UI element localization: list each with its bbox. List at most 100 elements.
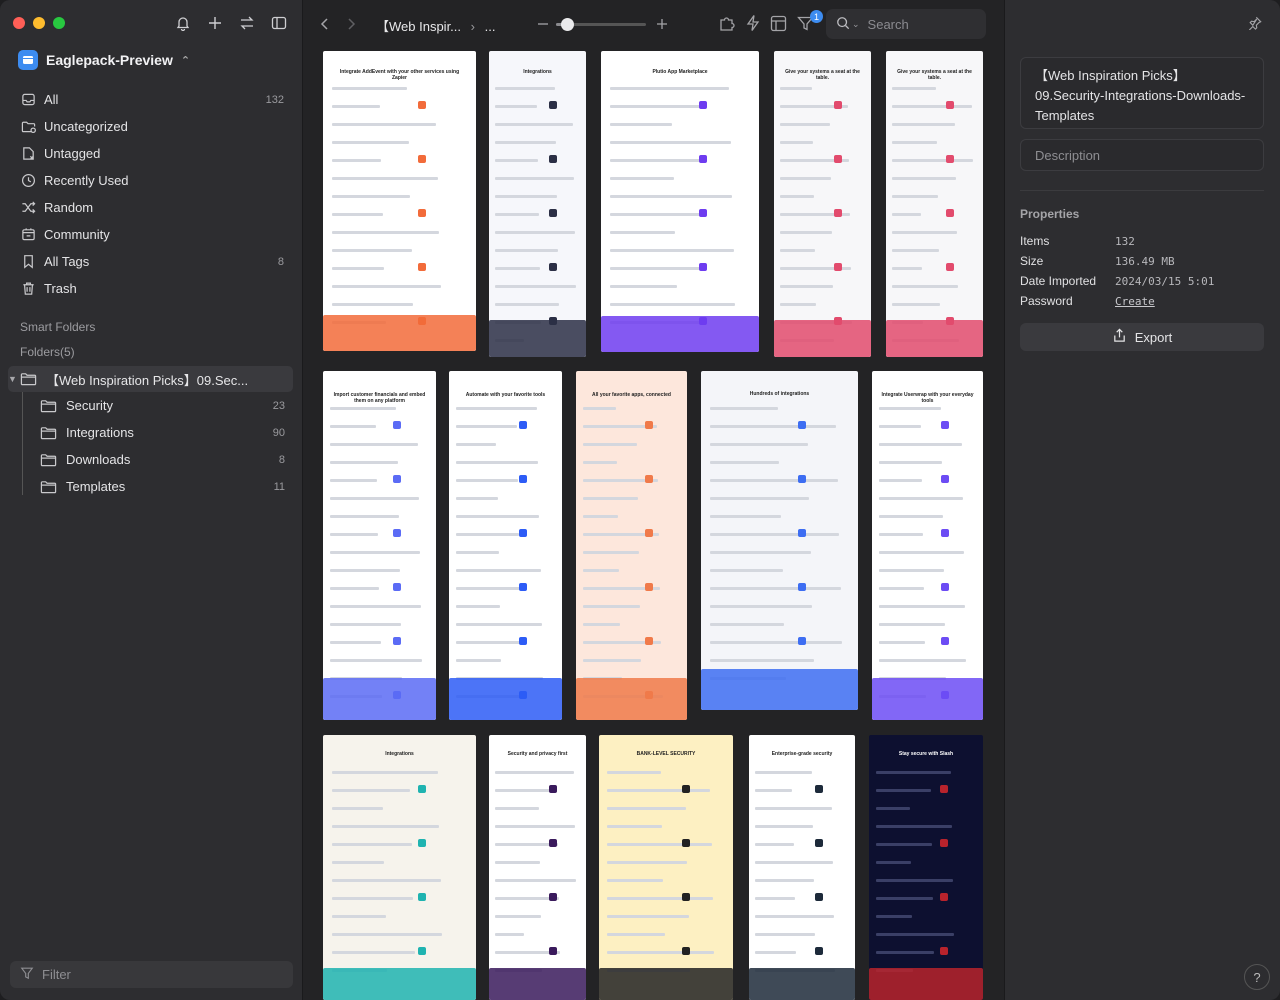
folder-title-field[interactable]: 【Web Inspiration Picks】09.Security-Integ… — [1020, 57, 1264, 129]
close-window-button[interactable] — [13, 17, 25, 29]
slider-knob[interactable] — [560, 18, 574, 31]
disclosure-triangle-icon[interactable]: ▼ — [8, 374, 17, 384]
thumbnail-collaboration-integrations-a[interactable]: Give your systems a seat at the table. — [774, 51, 871, 357]
export-button[interactable]: Export — [1020, 323, 1264, 351]
folder-item-downloads[interactable]: Downloads 8 — [8, 446, 293, 473]
description-field[interactable]: Description — [1020, 139, 1264, 171]
minimize-window-button[interactable] — [33, 17, 45, 29]
help-button[interactable]: ? — [1244, 964, 1270, 990]
thumbnail-collaboration-integrations-b[interactable]: Give your systems a seat at the table. — [886, 51, 983, 357]
thumbnail-all-your-favorite-apps[interactable]: All your favorite apps, connected — [576, 371, 687, 720]
folders-label[interactable]: Folders(5) — [20, 345, 75, 359]
thumbnail-content-line — [610, 267, 706, 270]
thumbnail-automate-favorite-tools[interactable]: Automate with your favorite tools — [449, 371, 562, 720]
smart-folders-label[interactable]: Smart Folders — [20, 320, 95, 334]
filter-placeholder: Filter — [42, 967, 71, 982]
thumbnail-heading: Integrate AddEvent with your other servi… — [339, 69, 460, 81]
thumbnail-content-line — [332, 825, 440, 828]
sidebar-item-all[interactable]: All 132 — [12, 86, 292, 113]
tree-guide-line — [22, 392, 23, 495]
thumbnail-accent-band — [886, 320, 983, 357]
thumbnail-supercharge-your-erp[interactable]: Integrations — [323, 735, 476, 1000]
breadcrumb[interactable]: 【Web Inspir... › ... — [376, 16, 495, 35]
swap-icon[interactable] — [238, 14, 256, 32]
thumbnail-content-line — [710, 605, 813, 608]
breadcrumb-more[interactable]: ... — [485, 19, 496, 34]
forward-icon[interactable] — [344, 16, 358, 32]
thumbnail-content-line — [332, 105, 380, 108]
thumbnail-security-privacy-first[interactable]: Security and privacy first — [489, 735, 586, 1000]
folder-item-security[interactable]: Security 23 — [8, 392, 293, 419]
thumbnail-heading: Enterprise-grade security — [771, 751, 833, 757]
folder-item-integrations[interactable]: Integrations 90 — [8, 419, 293, 446]
thumbnail-accent-block — [698, 101, 707, 109]
thumbnail-integrations-list-dark-footer[interactable]: Integrations — [489, 51, 586, 357]
thumbnail-content-line — [607, 825, 662, 828]
thumbnail-heading: Automate with your favorite tools — [465, 392, 546, 398]
thumbnail-accent-block — [698, 263, 707, 271]
sidebar-toggle-icon[interactable] — [270, 14, 288, 32]
thumbnail-stay-secure-with-slash[interactable]: Stay secure with Slash — [869, 735, 983, 1000]
thumbnail-content-line — [329, 569, 400, 572]
thumbnail-enterprise-grade-security[interactable]: Enterprise-grade security — [749, 735, 855, 1000]
search-placeholder: Search — [867, 16, 909, 32]
thumbnail-accent-band — [576, 678, 687, 720]
folder-count: 8 — [278, 453, 285, 466]
thumbnail-content-line — [455, 641, 522, 644]
thumbnail-accent-block — [946, 155, 955, 163]
zoom-out-icon[interactable] — [537, 16, 549, 32]
thumbnail-import-customer-financials[interactable]: Import customer financials and embed the… — [323, 371, 436, 720]
sidebar-item-random[interactable]: Random — [12, 194, 292, 221]
thumbnail-plutio-app-marketplace[interactable]: Plutio App Marketplace — [601, 51, 759, 352]
zoom-window-button[interactable] — [53, 17, 65, 29]
create-password-link[interactable]: Create — [1115, 295, 1155, 308]
thumbnail-content-line — [582, 461, 618, 464]
thumbnail-content-line — [878, 407, 941, 410]
sidebar-item-uncategorized[interactable]: Uncategorized — [12, 113, 292, 140]
thumbnail-content-line — [582, 497, 639, 500]
thumbnail-content-line — [875, 843, 932, 846]
folder-item-templates[interactable]: Templates 11 — [8, 473, 293, 500]
search-input[interactable]: ⌄ Search — [826, 9, 986, 39]
thumbnail-accent-block — [644, 583, 653, 591]
thumbnail-accent-block — [940, 475, 949, 483]
thumbnail-hundreds-of-integrations[interactable]: Hundreds of integrations — [701, 371, 858, 710]
filter-input[interactable]: Filter — [10, 961, 293, 988]
bell-icon[interactable] — [174, 14, 192, 32]
thumbnail-size-slider[interactable] — [556, 18, 646, 31]
thumbnail-bank-level-security[interactable]: BANK-LEVEL SECURITY — [599, 735, 733, 1000]
sidebar-item-recently-used[interactable]: Recently Used — [12, 167, 292, 194]
thumbnail-content-line — [494, 915, 542, 918]
sidebar-item-all-tags[interactable]: All Tags 8 — [12, 248, 292, 275]
puzzle-icon[interactable] — [718, 14, 736, 32]
thumbnail-addevent-integrations[interactable]: Integrate AddEvent with your other servi… — [323, 51, 476, 351]
thumbnail-integrate-userwrap[interactable]: Integrate Userwrap with your everyday to… — [872, 371, 983, 720]
thumbnail-heading: Give your systems a seat at the table. — [785, 69, 860, 81]
library-switcher[interactable]: Eaglepack-Preview ⌃ — [18, 50, 190, 70]
thumbnail-content-line — [878, 515, 944, 518]
zoom-in-icon[interactable] — [656, 16, 668, 32]
thumbnail-content-line — [779, 303, 816, 306]
thumbnail-accent-block — [814, 785, 823, 793]
thumbnail-accent-block — [417, 263, 426, 271]
description-placeholder: Description — [1035, 147, 1101, 163]
breadcrumb-item[interactable]: 【Web Inspir... — [376, 19, 461, 34]
lightning-icon[interactable] — [745, 14, 761, 32]
sidebar-item-trash[interactable]: Trash — [12, 275, 292, 302]
property-key: Items — [1020, 234, 1050, 248]
thumbnail-content-line — [607, 951, 715, 954]
filter-badge: 1 — [810, 10, 823, 23]
folder-item-root[interactable]: ▼ 【Web Inspiration Picks】09.Sec... — [8, 366, 293, 392]
layout-icon[interactable] — [770, 15, 787, 32]
thumbnail-content-line — [494, 213, 540, 216]
thumbnail-content-line — [494, 249, 558, 252]
pin-icon[interactable] — [1248, 16, 1262, 33]
sidebar-item-community[interactable]: Community — [12, 221, 292, 248]
add-icon[interactable] — [206, 14, 224, 32]
thumbnail-content-line — [710, 623, 785, 626]
back-icon[interactable] — [318, 16, 332, 32]
thumbnail-content-line — [329, 407, 397, 410]
sidebar-item-untagged[interactable]: Untagged — [12, 140, 292, 167]
search-options-chevron-icon[interactable]: ⌄ — [852, 19, 860, 30]
thumbnail-content-line — [582, 551, 640, 554]
